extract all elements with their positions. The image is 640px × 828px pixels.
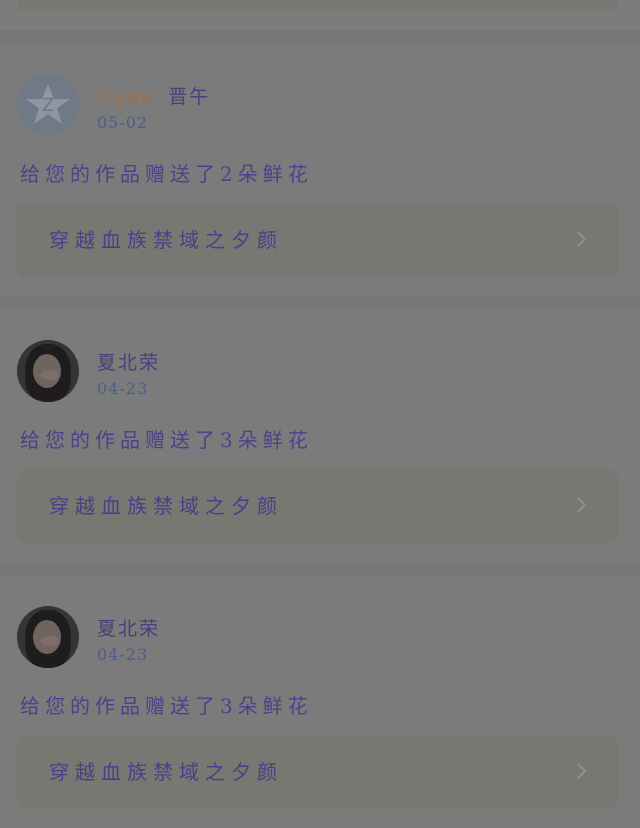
user-name[interactable]: 夏北荣 [97,352,160,374]
work-title: 穿越血族禁域之夕颜 [49,494,283,518]
user-avatar[interactable] [17,606,79,668]
avatar-photo-hand [41,636,59,646]
work-link[interactable]: 穿越血族禁域之夕颜 [17,736,618,809]
gift-card: Z Cane 晋午 05-02 给您的作品赠送了2朵鲜花 穿越血族禁域之夕颜 [0,44,640,296]
gift-date: 04-23 [97,645,149,664]
user-name-row: 夏北荣 [97,352,160,374]
gift-date: 05-02 [97,113,149,132]
work-title: 穿越血族禁域之夕颜 [49,760,283,784]
gift-message: 给您的作品赠送了3朵鲜花 [20,694,313,718]
user-name-decor: Cane [97,86,155,108]
gift-card: 夏北荣 04-23 给您的作品赠送了3朵鲜花 穿越血族禁域之夕颜 [0,310,640,562]
user-name[interactable]: 夏北荣 [97,618,160,640]
user-avatar[interactable] [17,340,79,402]
user-name[interactable]: 晋午 [168,86,210,108]
gift-date: 04-23 [97,379,149,398]
card-separator [0,296,640,310]
work-link[interactable]: 穿越血族禁域之夕颜 [17,204,618,277]
svg-text:Z: Z [42,95,54,116]
user-name-row: 夏北荣 [97,618,160,640]
previous-work-link-box[interactable] [17,0,618,11]
user-name-row: Cane 晋午 [97,86,210,108]
avatar-photo-hand [41,370,59,380]
chevron-right-icon [572,762,590,780]
gift-message: 给您的作品赠送了2朵鲜花 [20,162,313,186]
gift-message: 给您的作品赠送了3朵鲜花 [20,428,313,452]
chevron-right-icon [572,496,590,514]
card-separator [0,30,640,44]
work-title: 穿越血族禁域之夕颜 [49,228,283,252]
chevron-right-icon [572,230,590,248]
gift-card: 夏北荣 04-23 给您的作品赠送了3朵鲜花 穿越血族禁域之夕颜 [0,576,640,828]
work-link[interactable]: 穿越血族禁域之夕颜 [17,470,618,543]
user-avatar[interactable]: Z [17,74,79,136]
card-separator [0,562,640,576]
default-avatar-icon: Z [18,75,78,135]
